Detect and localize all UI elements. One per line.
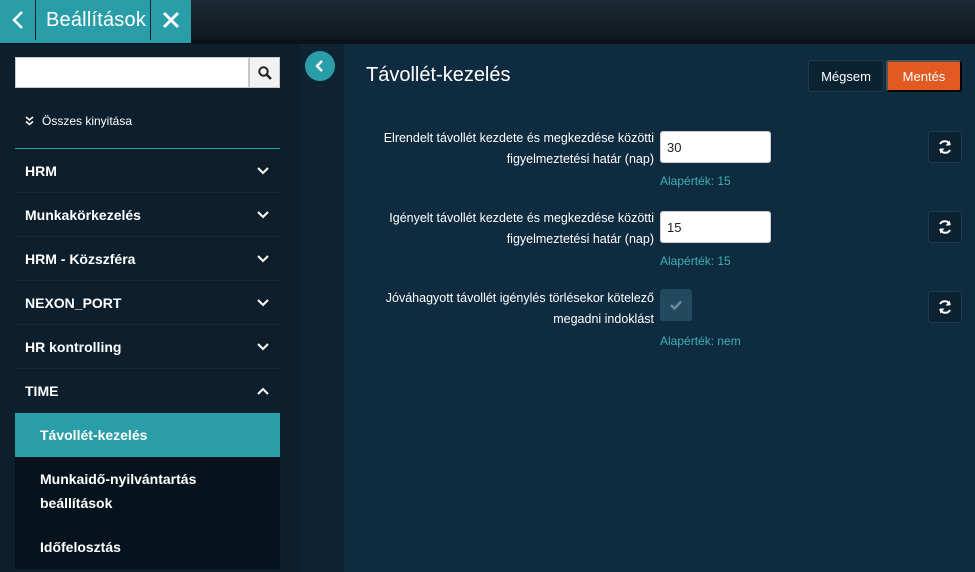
setting-label: Elrendelt távollét kezdete és megkezdése…	[383, 131, 654, 166]
setting-label: Jóváhagyott távollét igénylés törlésekor…	[385, 291, 654, 326]
sidebar-subitem-label: Időfelosztás	[40, 539, 121, 555]
chevron-left-icon	[11, 11, 23, 29]
reset-button[interactable]	[928, 291, 962, 323]
sidebar-subitem-tavollet-kezeles[interactable]: Távollét-kezelés	[15, 413, 280, 457]
setting-input[interactable]: 15	[660, 211, 771, 243]
sidebar-item-label: HRM - Közszféra	[25, 250, 136, 267]
check-icon	[670, 300, 682, 311]
chevron-down-icon	[256, 208, 270, 222]
sidebar-item-label: Munkakörkezelés	[25, 206, 141, 223]
window-title-text: Beállítások	[46, 8, 147, 31]
top-bar: Beállítások	[0, 0, 975, 40]
setting-default: Alapérték: 15	[660, 174, 731, 188]
search-button[interactable]	[249, 57, 280, 88]
refresh-icon	[939, 220, 951, 234]
sidebar-item-hrm-kozszfera[interactable]: HRM - Közszféra	[15, 237, 280, 281]
sidebar-item-munkakorkezeles[interactable]: Munkakörkezelés	[15, 193, 280, 237]
search-icon	[257, 65, 272, 80]
collapse-sidebar-button[interactable]	[305, 51, 335, 81]
setting-checkbox[interactable]	[660, 289, 692, 321]
chevron-down-icon	[256, 296, 270, 310]
sidebar: Összes kinyitása HRM Munkakörkezelés HRM…	[0, 44, 300, 572]
close-button[interactable]	[151, 0, 191, 40]
sidebar-item-label: NEXON_PORT	[25, 294, 122, 311]
sidebar-search	[15, 57, 280, 88]
chevron-up-icon	[256, 384, 270, 398]
refresh-icon	[939, 300, 951, 314]
setting-label: Igényelt távollét kezdete és megkezdése …	[389, 211, 654, 246]
reset-button[interactable]	[928, 211, 962, 243]
setting-default: Alapérték: nem	[660, 334, 741, 348]
chevron-left-icon	[315, 60, 323, 72]
sidebar-subitem-idofelosztas[interactable]: Időfelosztás	[15, 525, 280, 569]
sidebar-item-nexon-port[interactable]: NEXON_PORT	[15, 281, 280, 325]
chevron-down-icon	[256, 164, 270, 178]
sidebar-item-label: HR kontrolling	[25, 338, 122, 355]
expand-all-link[interactable]: Összes kinyitása	[25, 114, 132, 128]
main-panel: Távollét-kezelés Mégsem Mentés Elrendelt…	[344, 44, 975, 572]
sidebar-collapse-strip	[300, 44, 344, 572]
expand-all-label: Összes kinyitása	[42, 114, 133, 128]
sidebar-item-hrm[interactable]: HRM	[15, 149, 280, 193]
window-title: Beállítások	[36, 0, 150, 40]
back-button[interactable]	[0, 0, 35, 40]
search-input[interactable]	[15, 57, 249, 88]
save-button[interactable]: Mentés	[886, 60, 962, 92]
double-chevron-down-icon	[25, 116, 34, 126]
sidebar-item-label: HRM	[25, 162, 57, 179]
sidebar-nav: HRM Munkakörkezelés HRM - Közszféra NEXO…	[15, 149, 280, 569]
sidebar-subitem-munkaido-nyilvantartas[interactable]: Munkaidő-nyilvántartás beállítások	[15, 457, 280, 525]
reset-button[interactable]	[928, 131, 962, 163]
setting-input[interactable]: 30	[660, 131, 771, 163]
chevron-down-icon	[256, 252, 270, 266]
refresh-icon	[939, 140, 951, 154]
close-icon	[162, 11, 180, 29]
sidebar-item-label: TIME	[25, 382, 59, 399]
sidebar-item-hr-kontrolling[interactable]: HR kontrolling	[15, 325, 280, 369]
page-title: Távollét-kezelés	[366, 64, 511, 86]
sidebar-subitem-label: Munkaidő-nyilvántartás beállítások	[40, 471, 197, 511]
cancel-button[interactable]: Mégsem	[808, 60, 884, 92]
setting-default: Alapérték: 15	[660, 254, 731, 268]
sidebar-subitem-label: Távollét-kezelés	[40, 427, 148, 443]
sidebar-item-time[interactable]: TIME	[15, 369, 280, 413]
chevron-down-icon	[256, 340, 270, 354]
